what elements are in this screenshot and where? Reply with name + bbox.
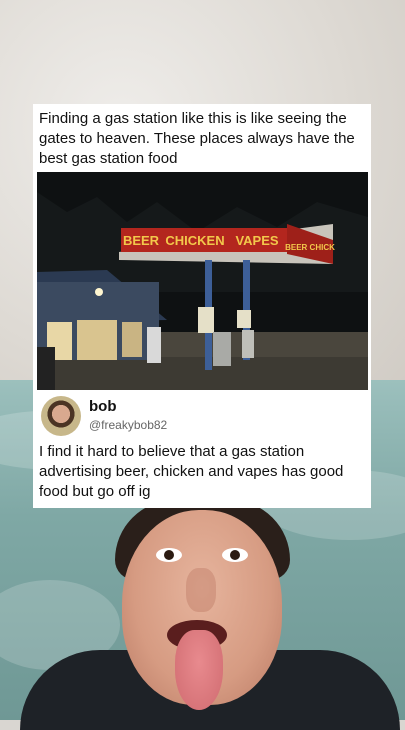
- reply-text: I find it hard to believe that a gas sta…: [39, 443, 344, 500]
- face: [122, 510, 282, 710]
- tongue: [175, 630, 223, 710]
- tweet-card: Finding a gas station like this is like …: [33, 104, 371, 508]
- canopy-sign-vapes: VAPES: [235, 233, 278, 248]
- right-eye: [222, 548, 248, 562]
- canopy-sign-chicken: CHICKEN: [165, 233, 224, 248]
- fuel-pump: [213, 332, 231, 366]
- gas-station-illustration: BEER CHICKEN VAPES BEER CHICK: [37, 172, 368, 390]
- post-text: Finding a gas station like this is like …: [39, 110, 355, 167]
- author-name: bob: [89, 398, 117, 415]
- left-eye: [156, 548, 182, 562]
- gas-station-photo: BEER CHICKEN VAPES BEER CHICK: [37, 172, 368, 390]
- avatar: [41, 396, 81, 436]
- canopy-sign-beer: BEER: [123, 233, 160, 248]
- canopy-side-sign: BEER CHICK: [285, 243, 335, 252]
- author-handle: @freakybob82: [89, 418, 168, 432]
- person-face: [0, 500, 405, 730]
- nose: [186, 568, 216, 612]
